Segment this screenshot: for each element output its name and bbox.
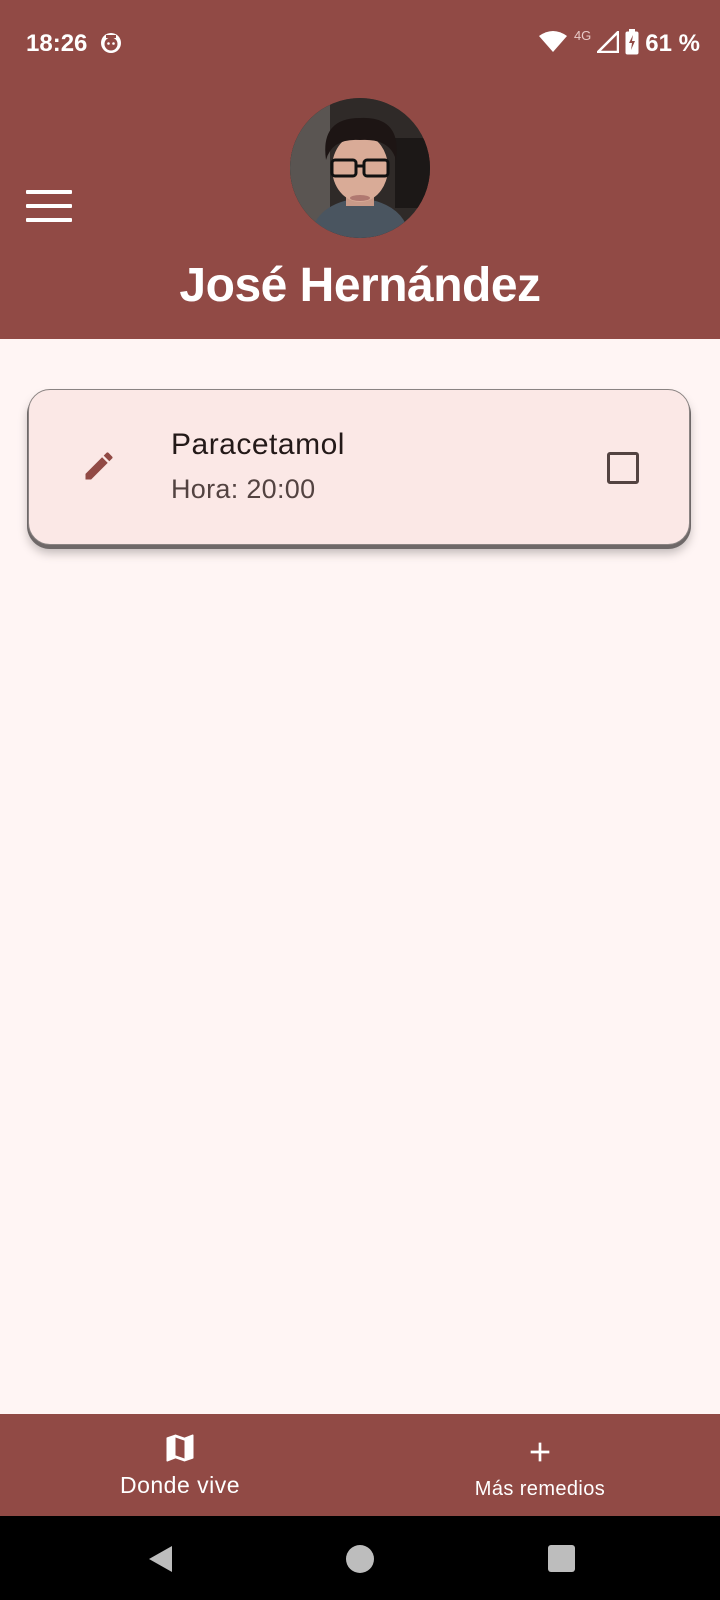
wifi-icon (538, 30, 568, 59)
map-icon (162, 1430, 198, 1466)
edit-icon[interactable] (81, 448, 117, 484)
app-header: 18:26 4G 61 % José Hernández (0, 0, 720, 339)
avatar (290, 98, 430, 238)
nav-label-mas-remedios: Más remedios (474, 1478, 606, 1500)
back-icon[interactable] (146, 1544, 174, 1579)
hamburger-menu-icon[interactable] (26, 190, 72, 224)
battery-percentage: 61 % (645, 30, 700, 57)
signal-icon (595, 28, 620, 58)
home-icon[interactable] (345, 1544, 375, 1579)
bottom-navigation: Donde vive Más remedios (0, 1414, 720, 1516)
system-navigation-bar (0, 1516, 720, 1600)
user-name: José Hernández (179, 259, 541, 312)
network-type: 4G (573, 28, 592, 43)
medication-time: Hora: 20:00 (171, 474, 316, 504)
nav-mas-remedios[interactable]: Más remedios (360, 1414, 720, 1516)
nav-donde-vive[interactable]: Donde vive (0, 1414, 360, 1516)
taken-checkbox[interactable] (607, 452, 639, 484)
status-bar: 18:26 4G 61 % (0, 0, 720, 90)
plus-icon (524, 1436, 556, 1468)
recents-icon[interactable] (548, 1545, 575, 1577)
battery-icon (625, 28, 639, 60)
notification-icon (100, 32, 122, 54)
medication-name: Paracetamol (171, 428, 345, 461)
medication-card: Paracetamol Hora: 20:00 (28, 389, 690, 545)
nav-label-donde-vive: Donde vive (119, 1472, 241, 1498)
status-time: 18:26 (26, 30, 88, 57)
